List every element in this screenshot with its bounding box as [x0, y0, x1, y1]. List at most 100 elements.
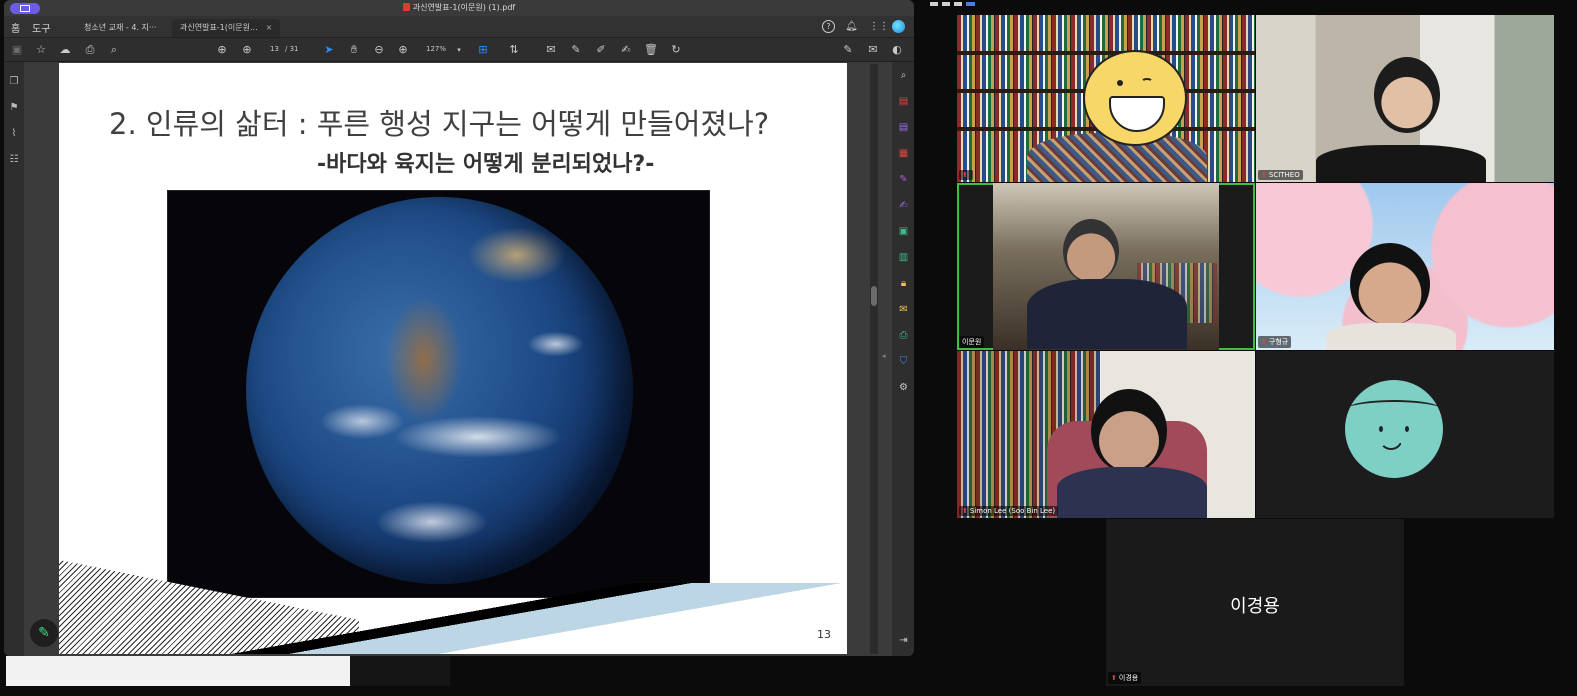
participant-tile[interactable]: ⬆ Simon Lee (Soo Bin Lee)	[957, 351, 1255, 518]
emoji-eye	[1405, 426, 1409, 432]
edit-pdf-icon[interactable]: ✎	[897, 173, 910, 186]
edit-pen-fab[interactable]: ✎	[30, 619, 58, 647]
participant-tile-active-speaker[interactable]: 이문원	[957, 183, 1255, 350]
smiling-emoji-avatar	[1345, 380, 1443, 478]
page-up-icon[interactable]: ⊕	[215, 43, 229, 57]
muted-mic-icon: ⬆	[1261, 171, 1267, 179]
collapse-panel-icon[interactable]: ⇥	[897, 634, 910, 647]
save-icon[interactable]: ▣	[10, 43, 24, 57]
participant-name: ⬆ SCITHEO	[1258, 170, 1303, 180]
zoom-out-icon[interactable]: ⊖	[372, 43, 386, 57]
participant-tile[interactable]: ⬆ SCITHEO	[1256, 15, 1554, 182]
participant-name: ⬆ 이경용	[1108, 672, 1142, 684]
vertical-scrollbar[interactable]	[870, 64, 878, 654]
tab-bar: 홈 도구 청소년 교재 - 4. 지··· 과신연발표-1(이문원... × ? …	[4, 16, 914, 38]
combine-files-icon[interactable]: ▣	[897, 225, 910, 238]
zoom-dropdown-icon[interactable]: ▾	[452, 43, 466, 57]
protect-icon[interactable]: 🔒︎	[897, 277, 910, 290]
emoji-eye	[1141, 78, 1153, 86]
more-tools-icon[interactable]: ⚙	[897, 381, 910, 394]
participant-name: ⬆ 구형규	[1258, 336, 1292, 348]
view-control-icon	[930, 2, 938, 6]
view-control-icon	[942, 2, 950, 6]
person-body	[1326, 323, 1456, 350]
title-bar: 과신연발표-1(이문원) (1).pdf	[4, 0, 914, 16]
help-icon[interactable]: ?	[822, 20, 835, 33]
right-tools-rail: ⌕ ▤ ▤ ▦ ✎ ✍ ▣ ▥ 🔒︎ ✉ ⎙ ⛉ ⚙ ⇥	[892, 62, 914, 656]
account-avatar-icon[interactable]	[892, 20, 905, 33]
mail-icon[interactable]: ✉	[866, 43, 880, 57]
participant-name: ⬆ Simon Lee (Soo Bin Lee)	[959, 506, 1059, 516]
page-number-field[interactable]: 13	[270, 45, 279, 53]
select-cursor-icon[interactable]: ➤	[322, 43, 336, 57]
fill-sign-icon[interactable]: ✍	[897, 199, 910, 212]
person-head	[1374, 57, 1440, 133]
pdf-page: 2. 인류의 삶터 : 푸른 행성 지구는 어떻게 만들어졌나? -바다와 육지…	[59, 63, 847, 654]
comment-icon[interactable]: ✉	[544, 43, 558, 57]
participant-name-text: 이문원	[962, 338, 982, 346]
comment-tool-icon[interactable]: ✉	[897, 303, 910, 316]
page-down-icon[interactable]: ⊕	[240, 43, 254, 57]
tab-document-1[interactable]: 청소년 교재 - 4. 지···	[76, 19, 164, 37]
collapse-right-panel-icon[interactable]: ◂	[882, 352, 886, 360]
participant-name: 이문원	[959, 336, 985, 348]
scroll-mode-icon[interactable]: ⇅	[507, 43, 521, 57]
bookmark-icon[interactable]: ⚑	[8, 102, 20, 114]
zoom-in-icon[interactable]: ⊕	[396, 43, 410, 57]
pages-icon[interactable]: ❐	[8, 76, 20, 88]
upload-cloud-icon[interactable]: ☁	[58, 43, 72, 57]
compare-icon[interactable]: ▥	[897, 251, 910, 264]
menu-home[interactable]: 홈	[11, 20, 20, 35]
participant-tile[interactable]: ⬆ 구형규	[1256, 183, 1554, 350]
print-icon[interactable]: ⎙	[83, 43, 97, 57]
pen-icon[interactable]: ✎	[569, 43, 583, 57]
participant-name: ⬆	[959, 170, 973, 180]
participant-name-text: 이경용	[1118, 674, 1139, 682]
shield-icon[interactable]: ⛉	[897, 355, 910, 368]
zoom-level[interactable]: 127%	[426, 45, 446, 53]
gallery-view-controls[interactable]	[925, 0, 985, 10]
tab-label: 청소년 교재 - 4. 지···	[84, 23, 157, 32]
menu-tools[interactable]: 도구	[32, 20, 50, 35]
emoji-eye	[1117, 80, 1123, 86]
edit-sign-icon[interactable]: ✎	[841, 43, 855, 57]
shelf	[957, 51, 1255, 55]
create-pdf-icon[interactable]: ▤	[897, 95, 910, 108]
tab-document-2[interactable]: 과신연발표-1(이문원... ×	[172, 19, 281, 37]
star-icon[interactable]: ☆	[34, 43, 48, 57]
search-icon[interactable]: ⌕	[107, 43, 121, 57]
slide-subtitle: -바다와 육지는 어떻게 분리되었나?-	[317, 152, 655, 177]
gallery-grid-icon	[966, 2, 975, 6]
delete-icon[interactable]: 🗑︎	[644, 43, 658, 57]
layers-icon[interactable]: ☷	[8, 154, 20, 166]
acrobat-window: 과신연발표-1(이문원) (1).pdf 홈 도구 청소년 교재 - 4. 지·…	[4, 0, 914, 656]
document-viewport[interactable]: 2. 인류의 삶터 : 푸른 행성 지구는 어떻게 만들어졌나? -바다와 육지…	[24, 62, 892, 656]
slide-title: 2. 인류의 삶터 : 푸른 행성 지구는 어떻게 만들어졌나?	[109, 107, 770, 141]
organize-pages-icon[interactable]: ▦	[897, 147, 910, 160]
bell-icon[interactable]: 🔔︎	[845, 20, 858, 33]
person-head	[1063, 219, 1119, 283]
emoji-mouth	[1109, 96, 1165, 132]
fit-page-icon[interactable]: ⊞	[476, 43, 490, 57]
account-icon[interactable]: ◐	[890, 43, 904, 57]
participant-name-text: SCITHEO	[1268, 171, 1300, 179]
print-production-icon[interactable]: ⎙	[897, 329, 910, 342]
participant-tile-video-off[interactable]: 이경용 ⬆ 이경용	[1106, 519, 1404, 686]
export-pdf-icon[interactable]: ▤	[897, 121, 910, 134]
muted-mic-icon: ⬆	[962, 507, 968, 515]
tab-close-icon[interactable]: ×	[266, 23, 273, 32]
apps-grid-icon[interactable]: ⋮⋮	[869, 20, 889, 33]
person-body	[1316, 145, 1486, 182]
attachment-icon[interactable]: ⌇	[8, 128, 20, 140]
hand-icon[interactable]: ✋︎	[347, 43, 361, 57]
person-body	[1057, 467, 1207, 518]
zoom-icon[interactable]: ⌕	[897, 69, 910, 82]
emoji-mouth	[1379, 438, 1403, 450]
scrollbar-thumb[interactable]	[871, 286, 877, 306]
slide-page-number: 13	[817, 628, 831, 641]
window-title: 과신연발표-1(이문원) (1).pdf	[4, 2, 914, 13]
rotate-icon[interactable]: ↻	[669, 43, 683, 57]
highlight-icon[interactable]: ✐	[594, 43, 608, 57]
sign-icon[interactable]: ✍	[619, 43, 633, 57]
muted-mic-icon: ⬆	[1111, 674, 1117, 682]
